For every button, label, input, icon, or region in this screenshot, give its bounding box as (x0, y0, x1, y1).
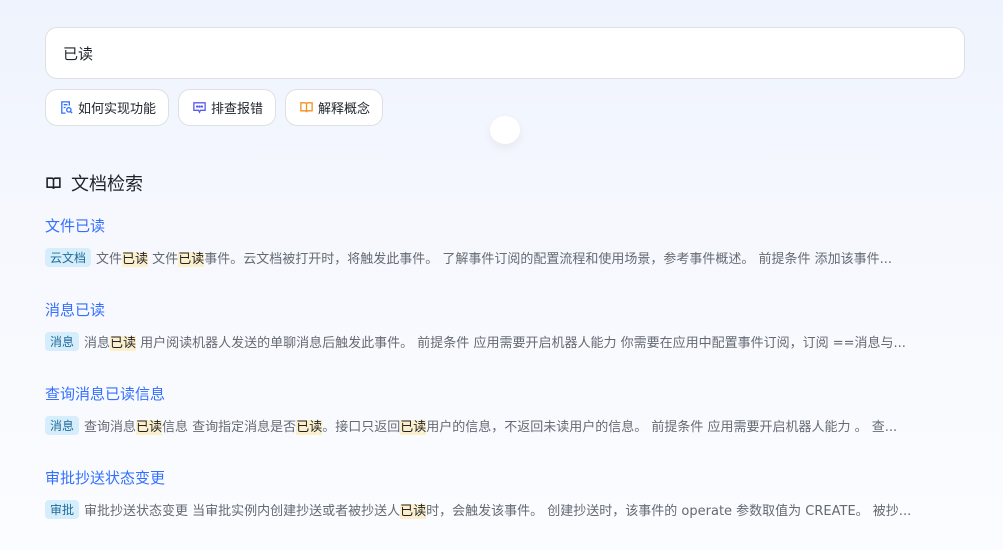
result-title-link[interactable]: 审批抄送状态变更 (45, 466, 165, 490)
highlight-term: 已读 (110, 335, 137, 351)
snippet-segment: 消息 (84, 335, 111, 351)
snippet-segment: 审批抄送状态变更 当审批实例内创建抄送或者被抄送人 (84, 503, 401, 519)
result-item: 消息已读 消息 消息已读 用户阅读机器人发送的单聊消息后触发此事件。 前提条件 应… (45, 298, 965, 382)
highlight-term: 已读 (400, 503, 427, 519)
result-list: 文件已读 云文档 文件已读 文件已读事件。云文档被打开时，将触发此事件。 了解事件… (45, 214, 965, 550)
result-tag: 审批 (45, 499, 80, 519)
snippet-segment: 事件。云文档被打开时，将触发此事件。 了解事件订阅的配置流程和使用场景，参考事件… (204, 251, 892, 267)
search-value: 已读 (63, 44, 94, 63)
book-icon (46, 176, 61, 189)
result-item: 查询消息已读信息 消息 查询消息已读信息 查询指定消息是否已读。接口只返回已读用户… (45, 382, 965, 466)
result-snippet: 审批 审批抄送状态变更 当审批实例内创建抄送或者被抄送人已读时，会触发该事件。 创… (45, 499, 965, 519)
result-tag: 消息 (45, 331, 80, 351)
snippet-text: 文件已读 文件已读事件。云文档被打开时，将触发此事件。 了解事件订阅的配置流程和… (96, 248, 892, 267)
snippet-segment: 。接口只返回 (322, 419, 401, 435)
chip-label: 解释概念 (318, 102, 371, 117)
book-icon (300, 102, 313, 113)
result-title-link[interactable]: 查询消息已读信息 (45, 382, 165, 406)
snippet-text: 审批抄送状态变更 当审批实例内创建抄送或者被抄送人已读时，会触发该事件。 创建抄… (84, 500, 911, 519)
snippet-segment: 时，会触发该事件。 创建抄送时，该事件的 operate 参数取值为 CREAT… (426, 503, 912, 519)
chip-label: 如何实现功能 (78, 102, 157, 117)
snippet-segment: 文件 (96, 251, 123, 267)
snippet-segment: 文件 (148, 251, 179, 267)
collapse-button[interactable] (490, 116, 520, 144)
search-input[interactable]: 已读 (45, 27, 965, 79)
quick-actions: 如何实现功能 排查报错 解释概念 (45, 89, 384, 126)
chip-explain-concept[interactable]: 解释概念 (285, 89, 384, 126)
result-tag: 云文档 (45, 247, 92, 267)
chat-bubble-icon (193, 102, 206, 114)
result-tag: 消息 (45, 415, 80, 435)
snippet-segment: 信息 查询指定消息是否 (162, 419, 297, 435)
highlight-term: 已读 (136, 419, 163, 435)
chip-label: 排查报错 (211, 102, 264, 117)
snippet-segment: 用户阅读机器人发送的单聊消息后触发此事件。 前提条件 应用需要开启机器人能力 你… (136, 335, 906, 351)
chip-how-to-implement[interactable]: 如何实现功能 (45, 89, 170, 126)
result-item: 审批抄送状态变更 审批 审批抄送状态变更 当审批实例内创建抄送或者被抄送人已读时，… (45, 466, 965, 550)
result-title-link[interactable]: 文件已读 (45, 214, 105, 238)
snippet-text: 查询消息已读信息 查询指定消息是否已读。接口只返回已读用户的信息，不返回未读用户… (84, 416, 897, 435)
result-snippet: 消息 消息已读 用户阅读机器人发送的单聊消息后触发此事件。 前提条件 应用需要开启… (45, 331, 965, 351)
highlight-term: 已读 (400, 419, 427, 435)
result-snippet: 消息 查询消息已读信息 查询指定消息是否已读。接口只返回已读用户的信息，不返回未读… (45, 415, 965, 435)
result-title-link[interactable]: 消息已读 (45, 298, 105, 322)
highlight-term: 已读 (122, 251, 149, 267)
snippet-segment: 查询消息 (84, 419, 137, 435)
highlight-term: 已读 (296, 419, 323, 435)
result-item: 文件已读 云文档 文件已读 文件已读事件。云文档被打开时，将触发此事件。 了解事件… (45, 214, 965, 298)
doc-search-icon (61, 101, 73, 114)
section-heading: 文档检索 (45, 170, 143, 196)
section-title: 文档检索 (71, 174, 143, 195)
chip-troubleshoot[interactable]: 排查报错 (178, 89, 277, 126)
highlight-term: 已读 (178, 251, 205, 267)
result-snippet: 云文档 文件已读 文件已读事件。云文档被打开时，将触发此事件。 了解事件订阅的配置… (45, 247, 965, 267)
snippet-segment: 用户的信息，不返回未读用户的信息。 前提条件 应用需要开启机器人能力 。 查..… (426, 419, 898, 435)
snippet-text: 消息已读 用户阅读机器人发送的单聊消息后触发此事件。 前提条件 应用需要开启机器… (84, 332, 906, 351)
